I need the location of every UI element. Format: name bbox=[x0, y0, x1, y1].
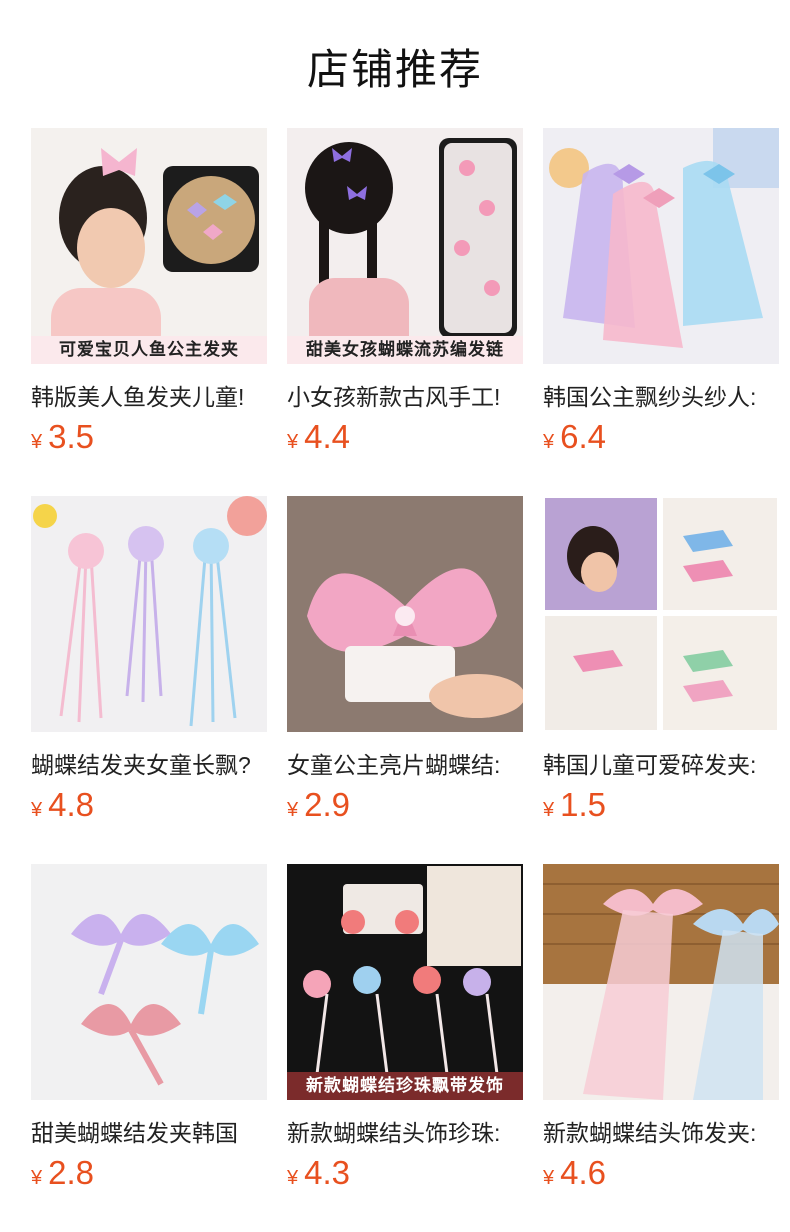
product-card[interactable]: 甜美蝴蝶结发夹韩国 ¥2.8 bbox=[31, 864, 267, 1194]
product-price: ¥6.4 bbox=[543, 418, 606, 456]
product-price: ¥4.6 bbox=[543, 1154, 606, 1192]
product-card[interactable]: 蝴蝶结发夹女童长飘? ¥4.8 bbox=[31, 496, 267, 826]
product-card[interactable]: 新款蝴蝶结珍珠飘带发饰 新款蝴蝶结头饰珍珠: ¥4.3 bbox=[287, 864, 523, 1194]
product-card[interactable]: 可爱宝贝人鱼公主发夹 韩版美人鱼发夹儿童! ¥3.5 bbox=[31, 128, 267, 458]
page-title: 店铺推荐 bbox=[306, 46, 483, 93]
product-name[interactable]: 新款蝴蝶结头饰珍珠: bbox=[287, 1114, 523, 1148]
product-image[interactable] bbox=[287, 496, 523, 732]
product-price: ¥4.3 bbox=[287, 1154, 350, 1192]
product-price: ¥1.5 bbox=[543, 786, 606, 824]
product-name[interactable]: 女童公主亮片蝴蝶结: bbox=[287, 746, 523, 780]
price-value: 4.8 bbox=[48, 786, 94, 823]
product-image[interactable] bbox=[543, 864, 779, 1100]
product-price: ¥4.8 bbox=[31, 786, 94, 824]
price-value: 2.9 bbox=[304, 786, 350, 823]
product-name[interactable]: 蝴蝶结发夹女童长飘? bbox=[31, 746, 267, 780]
product-name[interactable]: 韩版美人鱼发夹儿童! bbox=[31, 378, 267, 412]
product-price: ¥2.9 bbox=[287, 786, 350, 824]
image-caption: 新款蝴蝶结珍珠飘带发饰 bbox=[287, 1072, 523, 1100]
product-card[interactable]: 女童公主亮片蝴蝶结: ¥2.9 bbox=[287, 496, 523, 826]
product-image[interactable]: 可爱宝贝人鱼公主发夹 bbox=[31, 128, 267, 364]
price-value: 4.6 bbox=[560, 1154, 606, 1191]
product-image[interactable]: 新款蝴蝶结珍珠飘带发饰 bbox=[287, 864, 523, 1100]
price-value: 3.5 bbox=[48, 418, 94, 455]
currency-symbol: ¥ bbox=[543, 431, 555, 453]
product-card[interactable]: 韩国公主飘纱头纱人: ¥6.4 bbox=[543, 128, 779, 458]
image-caption: 可爱宝贝人鱼公主发夹 bbox=[31, 336, 267, 364]
product-name[interactable]: 韩国儿童可爱碎发夹: bbox=[543, 746, 779, 780]
currency-symbol: ¥ bbox=[31, 799, 43, 821]
currency-symbol: ¥ bbox=[543, 1167, 555, 1189]
product-card[interactable]: 韩国儿童可爱碎发夹: ¥1.5 bbox=[543, 496, 779, 826]
price-value: 6.4 bbox=[560, 418, 606, 455]
product-image[interactable] bbox=[31, 496, 267, 732]
product-name[interactable]: 韩国公主飘纱头纱人: bbox=[543, 378, 779, 412]
currency-symbol: ¥ bbox=[31, 431, 43, 453]
product-card[interactable]: 甜美女孩蝴蝶流苏编发链 小女孩新款古风手工! ¥4.4 bbox=[287, 128, 523, 458]
product-price: ¥3.5 bbox=[31, 418, 94, 456]
currency-symbol: ¥ bbox=[287, 799, 299, 821]
currency-symbol: ¥ bbox=[287, 431, 299, 453]
price-value: 1.5 bbox=[560, 786, 606, 823]
product-name[interactable]: 小女孩新款古风手工! bbox=[287, 378, 523, 412]
product-name[interactable]: 新款蝴蝶结头饰发夹: bbox=[543, 1114, 779, 1148]
product-image[interactable] bbox=[543, 128, 779, 364]
currency-symbol: ¥ bbox=[287, 1167, 299, 1189]
currency-symbol: ¥ bbox=[543, 799, 555, 821]
product-image[interactable] bbox=[543, 496, 779, 732]
product-price: ¥4.4 bbox=[287, 418, 350, 456]
product-image[interactable] bbox=[31, 864, 267, 1100]
price-value: 4.3 bbox=[304, 1154, 350, 1191]
price-value: 2.8 bbox=[48, 1154, 94, 1191]
currency-symbol: ¥ bbox=[31, 1167, 43, 1189]
product-price: ¥2.8 bbox=[31, 1154, 94, 1192]
product-name[interactable]: 甜美蝴蝶结发夹韩国 bbox=[31, 1114, 267, 1148]
product-card[interactable]: 新款蝴蝶结头饰发夹: ¥4.6 bbox=[543, 864, 779, 1194]
product-image[interactable]: 甜美女孩蝴蝶流苏编发链 bbox=[287, 128, 523, 364]
image-caption: 甜美女孩蝴蝶流苏编发链 bbox=[287, 336, 523, 364]
price-value: 4.4 bbox=[304, 418, 350, 455]
